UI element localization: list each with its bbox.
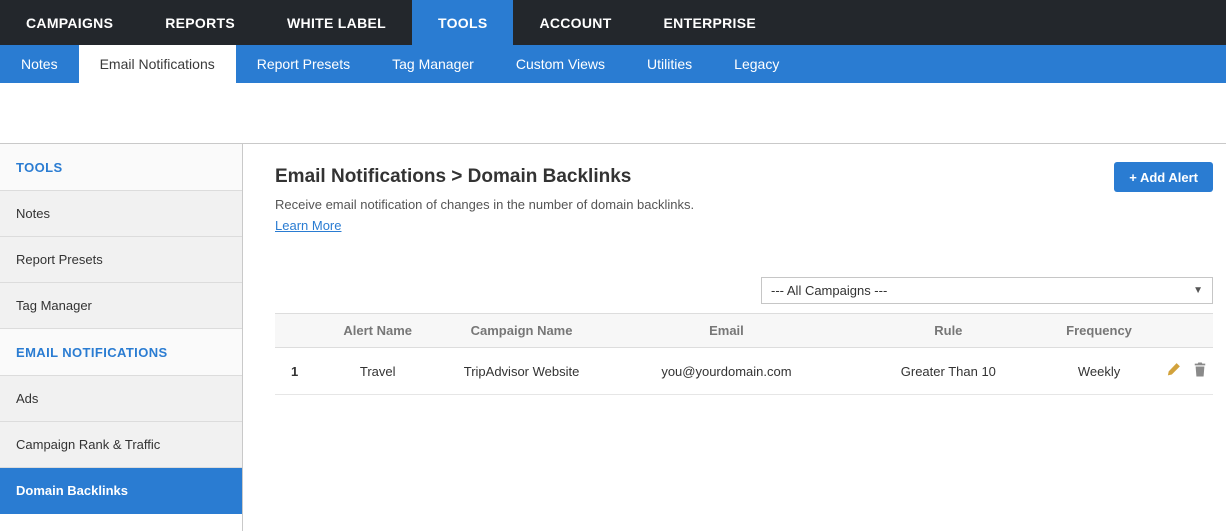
sub-nav-tag-manager[interactable]: Tag Manager xyxy=(371,45,495,83)
cell-frequency: Weekly xyxy=(1046,348,1153,395)
header-rule: Rule xyxy=(851,314,1046,348)
table-row: 1 Travel TripAdvisor Website you@yourdom… xyxy=(275,348,1213,395)
cell-row-number: 1 xyxy=(275,348,314,395)
sidebar-header-tools: TOOLS xyxy=(0,144,242,191)
sub-nav-notes[interactable]: Notes xyxy=(0,45,79,83)
header-actions xyxy=(1152,314,1213,348)
header-campaign-name: Campaign Name xyxy=(441,314,602,348)
page-title: Email Notifications > Domain Backlinks xyxy=(275,166,694,188)
sidebar: TOOLS Notes Report Presets Tag Manager E… xyxy=(0,144,243,531)
top-nav-white-label[interactable]: WHITE LABEL xyxy=(261,0,412,45)
header-frequency: Frequency xyxy=(1046,314,1153,348)
cell-rule: Greater Than 10 xyxy=(851,348,1046,395)
chevron-down-icon: ▼ xyxy=(1193,285,1203,296)
learn-more-link[interactable]: Learn More xyxy=(275,218,341,233)
title-block: Email Notifications > Domain Backlinks R… xyxy=(275,162,694,235)
table-header-row: Alert Name Campaign Name Email Rule Freq… xyxy=(275,314,1213,348)
sub-nav-email-notifications[interactable]: Email Notifications xyxy=(79,45,236,83)
filter-row: --- All Campaigns --- ▼ xyxy=(275,277,1213,304)
cell-email: you@yourdomain.com xyxy=(602,348,851,395)
header-row-number xyxy=(275,314,314,348)
top-nav-account[interactable]: ACCOUNT xyxy=(513,0,637,45)
cell-campaign-name: TripAdvisor Website xyxy=(441,348,602,395)
cell-actions xyxy=(1152,348,1213,395)
main-header: Email Notifications > Domain Backlinks R… xyxy=(275,162,1213,235)
edit-pencil-icon[interactable] xyxy=(1166,362,1181,380)
sub-nav: Notes Email Notifications Report Presets… xyxy=(0,45,1226,83)
top-nav: CAMPAIGNS REPORTS WHITE LABEL TOOLS ACCO… xyxy=(0,0,1226,45)
sidebar-item-tag-manager[interactable]: Tag Manager xyxy=(0,283,242,329)
header-email: Email xyxy=(602,314,851,348)
sidebar-item-campaign-rank-traffic[interactable]: Campaign Rank & Traffic xyxy=(0,422,242,468)
content-area: TOOLS Notes Report Presets Tag Manager E… xyxy=(0,143,1226,531)
sidebar-header-email-notifications: EMAIL NOTIFICATIONS xyxy=(0,329,242,376)
sub-nav-legacy[interactable]: Legacy xyxy=(713,45,800,83)
alerts-table: Alert Name Campaign Name Email Rule Freq… xyxy=(275,313,1213,395)
main-panel: Email Notifications > Domain Backlinks R… xyxy=(243,144,1226,531)
sidebar-item-ads[interactable]: Ads xyxy=(0,376,242,422)
top-nav-enterprise[interactable]: ENTERPRISE xyxy=(638,0,782,45)
top-nav-tools[interactable]: TOOLS xyxy=(412,0,513,45)
page-description: Receive email notification of changes in… xyxy=(275,197,694,212)
top-nav-reports[interactable]: REPORTS xyxy=(139,0,261,45)
campaign-filter-select[interactable]: --- All Campaigns --- ▼ xyxy=(761,277,1213,304)
sidebar-item-domain-backlinks[interactable]: Domain Backlinks xyxy=(0,468,242,514)
campaign-filter-value: --- All Campaigns --- xyxy=(771,283,887,298)
top-nav-campaigns[interactable]: CAMPAIGNS xyxy=(0,0,139,45)
sub-nav-custom-views[interactable]: Custom Views xyxy=(495,45,626,83)
sub-nav-report-presets[interactable]: Report Presets xyxy=(236,45,371,83)
sub-nav-utilities[interactable]: Utilities xyxy=(626,45,713,83)
sidebar-item-notes[interactable]: Notes xyxy=(0,191,242,237)
trash-icon[interactable] xyxy=(1193,362,1207,380)
cell-alert-name: Travel xyxy=(314,348,441,395)
header-alert-name: Alert Name xyxy=(314,314,441,348)
page-gap xyxy=(0,83,1226,143)
add-alert-button[interactable]: + Add Alert xyxy=(1114,162,1213,192)
sidebar-item-report-presets[interactable]: Report Presets xyxy=(0,237,242,283)
